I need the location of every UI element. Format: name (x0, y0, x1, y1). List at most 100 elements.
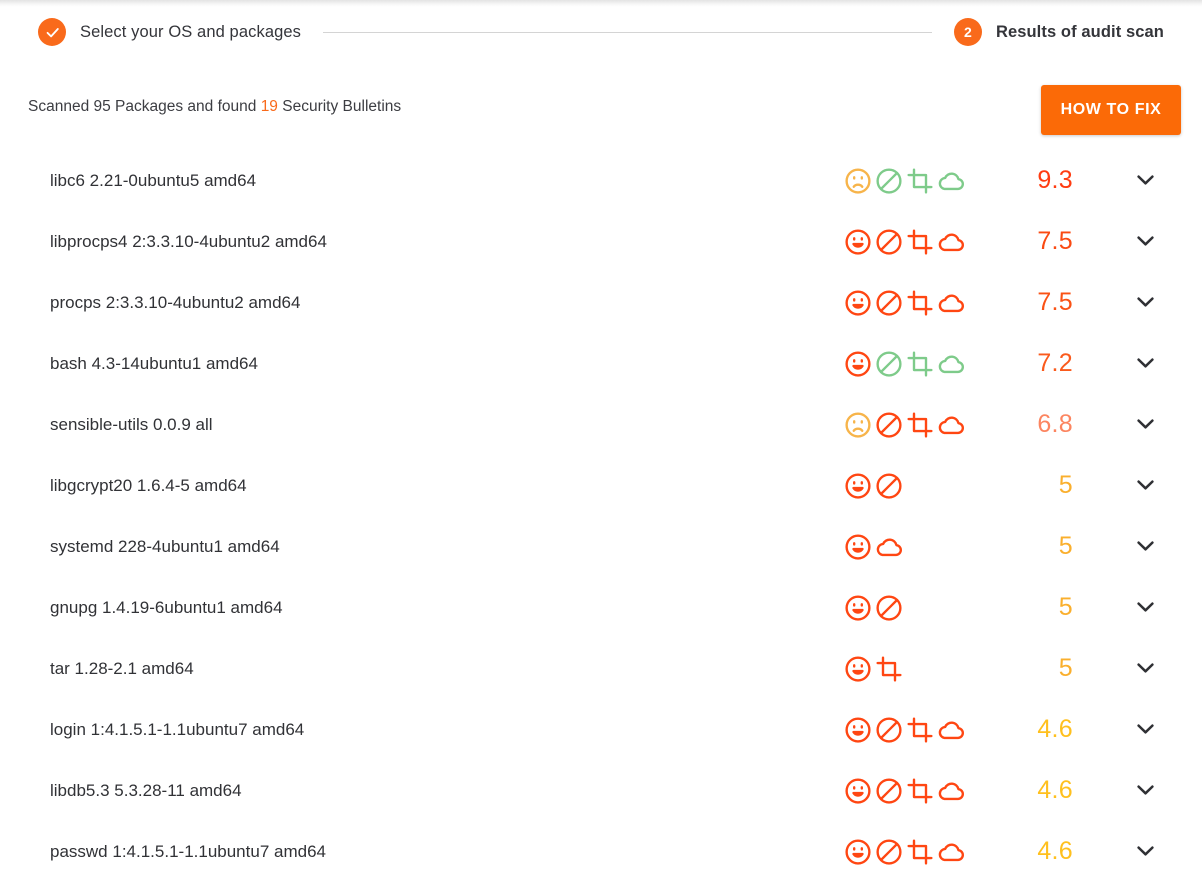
blocked-circle-icon (876, 350, 902, 377)
package-name: bash 4.3-14ubuntu1 amd64 (50, 353, 258, 373)
expand-row-button[interactable] (1130, 480, 1160, 491)
package-row[interactable]: tar 1.28-2.1 amd64 5 (0, 638, 1202, 699)
step-2-badge: 2 (953, 18, 982, 46)
blocked-circle-icon (876, 289, 902, 316)
crop-frame-icon (907, 350, 933, 377)
blocked-circle-icon (876, 594, 902, 621)
crop-frame-icon (907, 228, 933, 255)
package-status-icons (843, 349, 971, 379)
face-severity-icon (845, 289, 871, 316)
stepper-connector-line (323, 31, 932, 33)
crop-frame-icon (907, 838, 933, 865)
expand-row-button[interactable] (1130, 846, 1160, 857)
step-2-number: 2 (964, 24, 972, 40)
expand-row-button[interactable] (1130, 785, 1160, 796)
package-row[interactable]: systemd 228-4ubuntu1 amd64 5 (0, 516, 1202, 577)
app-bar-shadow (0, 0, 1202, 7)
scan-summary-text: Scanned 95 Packages and found 19 Securit… (28, 98, 401, 116)
package-status-icons (843, 471, 971, 501)
package-severity-score: 7.5 (1037, 288, 1073, 316)
package-status-icons (843, 776, 971, 806)
face-severity-icon (845, 533, 871, 560)
package-row[interactable]: sensible-utils 0.0.9 all 6.8 (0, 394, 1202, 455)
chevron-down-icon (1136, 541, 1154, 551)
crop-frame-icon (907, 411, 933, 438)
package-status-icons (843, 715, 971, 745)
package-status-icons (843, 410, 971, 440)
package-status-icons (843, 593, 971, 623)
expand-row-button[interactable] (1130, 602, 1160, 613)
package-row[interactable]: procps 2:3.3.10-4ubuntu2 amd64 7.5 (0, 272, 1202, 333)
expand-row-button[interactable] (1130, 297, 1160, 308)
cloud-icon (876, 537, 902, 556)
cloud-icon (938, 354, 964, 373)
face-severity-icon (845, 838, 871, 865)
expand-row-button[interactable] (1130, 236, 1160, 247)
crop-frame-icon (907, 716, 933, 743)
expand-row-button[interactable] (1130, 663, 1160, 674)
face-severity-icon (845, 594, 871, 621)
face-severity-icon (845, 655, 871, 682)
crop-frame-icon (876, 655, 902, 682)
chevron-down-icon (1136, 724, 1154, 734)
face-severity-icon (845, 716, 871, 743)
face-severity-icon (845, 167, 871, 194)
cloud-icon (938, 781, 964, 800)
package-row[interactable]: passwd 1:4.1.5.1-1.1ubuntu7 amd64 4.6 (0, 821, 1202, 882)
step-2-label: Results of audit scan (995, 22, 1164, 41)
step-1-completed-badge (38, 18, 66, 46)
package-severity-score: 5 (1058, 654, 1073, 682)
package-name: tar 1.28-2.1 amd64 (50, 658, 194, 678)
package-name: libc6 2.21-0ubuntu5 amd64 (50, 170, 257, 190)
package-severity-score: 7.5 (1037, 227, 1073, 255)
expand-row-button[interactable] (1130, 358, 1160, 369)
face-severity-icon (845, 472, 871, 499)
package-severity-score: 4.6 (1037, 837, 1073, 865)
package-name: passwd 1:4.1.5.1-1.1ubuntu7 amd64 (50, 841, 326, 861)
package-name: systemd 228-4ubuntu1 amd64 (50, 536, 280, 556)
step-select-os[interactable]: Select your OS and packages (38, 18, 301, 46)
scan-summary-prefix: Scanned 95 Packages and found (28, 98, 261, 115)
chevron-down-icon (1136, 419, 1154, 429)
package-row[interactable]: bash 4.3-14ubuntu1 amd64 7.2 (0, 333, 1202, 394)
package-name: libprocps4 2:3.3.10-4ubuntu2 amd64 (50, 231, 327, 251)
expand-row-button[interactable] (1130, 419, 1160, 430)
package-row[interactable]: libprocps4 2:3.3.10-4ubuntu2 amd64 7.5 (0, 211, 1202, 272)
chevron-down-icon (1136, 358, 1154, 368)
cloud-icon (938, 293, 964, 312)
package-name: libdb5.3 5.3.28-11 amd64 (50, 780, 242, 800)
step-results[interactable]: 2 Results of audit scan (953, 18, 1164, 46)
package-status-icons (843, 654, 971, 684)
package-status-icons (843, 166, 971, 196)
package-severity-score: 9.3 (1037, 166, 1073, 194)
chevron-down-icon (1136, 175, 1154, 185)
blocked-circle-icon (876, 716, 902, 743)
crop-frame-icon (907, 777, 933, 804)
package-severity-score: 7.2 (1037, 349, 1073, 377)
blocked-circle-icon (876, 472, 902, 499)
blocked-circle-icon (876, 167, 902, 194)
blocked-circle-icon (876, 411, 902, 438)
cloud-icon (938, 842, 964, 861)
chevron-down-icon (1136, 663, 1154, 673)
package-results-list: libc6 2.21-0ubuntu5 amd64 9.3 libprocps4 2… (0, 150, 1202, 882)
package-row[interactable]: libdb5.3 5.3.28-11 amd64 4.6 (0, 760, 1202, 821)
face-severity-icon (845, 350, 871, 377)
cloud-icon (938, 720, 964, 739)
expand-row-button[interactable] (1130, 724, 1160, 735)
expand-row-button[interactable] (1130, 175, 1160, 186)
blocked-circle-icon (876, 838, 902, 865)
cloud-icon (938, 171, 964, 190)
blocked-circle-icon (876, 777, 902, 804)
package-name: libgcrypt20 1.6.4-5 amd64 (50, 475, 247, 495)
package-row[interactable]: login 1:4.1.5.1-1.1ubuntu7 amd64 4.6 (0, 699, 1202, 760)
how-to-fix-button[interactable]: HOW TO FIX (1041, 85, 1181, 135)
expand-row-button[interactable] (1130, 541, 1160, 552)
chevron-down-icon (1136, 846, 1154, 856)
package-row[interactable]: libc6 2.21-0ubuntu5 amd64 9.3 (0, 150, 1202, 211)
package-name: sensible-utils 0.0.9 all (50, 414, 213, 434)
package-status-icons (843, 532, 971, 562)
package-row[interactable]: gnupg 1.4.19-6ubuntu1 amd64 5 (0, 577, 1202, 638)
package-row[interactable]: libgcrypt20 1.6.4-5 amd64 5 (0, 455, 1202, 516)
chevron-down-icon (1136, 480, 1154, 490)
